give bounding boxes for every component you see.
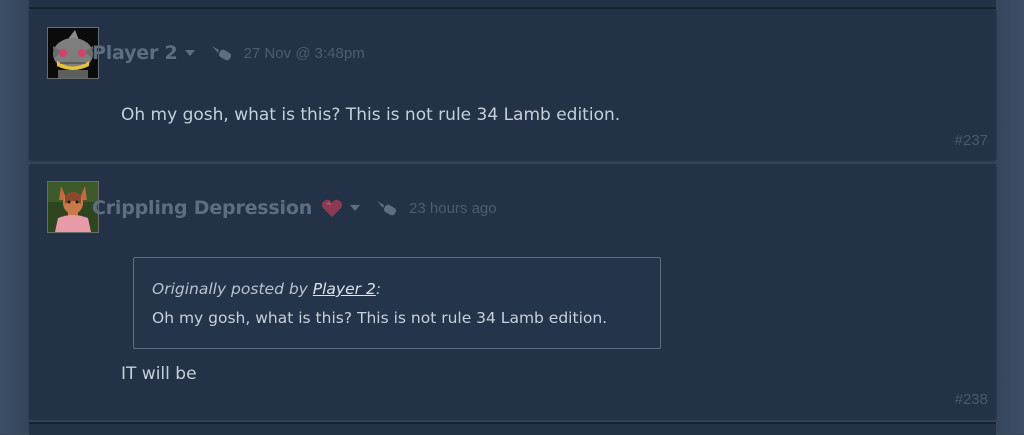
comment-text: Oh my gosh, what is this? This is not ru… (121, 105, 621, 125)
heart-icon (321, 198, 343, 218)
post-number[interactable]: #237 (955, 132, 988, 149)
quote-block: Originally posted by Player 2: Oh my gos… (133, 257, 661, 349)
author-name[interactable]: Crippling Depression (92, 197, 312, 219)
author-name[interactable]: Player 2 (92, 42, 178, 64)
comment-text: IT will be (121, 364, 197, 384)
fox-character-avatar-icon (48, 182, 98, 232)
paper-plane-icon (210, 44, 236, 62)
timestamp[interactable]: 27 Nov @ 3:48pm (244, 45, 365, 62)
next-comment-card (29, 422, 996, 435)
quote-text: Oh my gosh, what is this? This is not ru… (152, 309, 608, 327)
quote-suffix: : (375, 280, 382, 298)
chevron-down-icon[interactable] (184, 49, 196, 57)
paper-plane-icon (375, 199, 401, 217)
timestamp[interactable]: 23 hours ago (409, 200, 497, 217)
previous-comment-card (29, 0, 996, 9)
quote-prefix: Originally posted by (152, 280, 313, 298)
post-number[interactable]: #238 (955, 391, 988, 408)
comment-header: Crippling Depression 23 hours ago (92, 196, 497, 220)
quote-author-link[interactable]: Player 2 (313, 280, 376, 298)
comment-card: #237 (29, 9, 996, 160)
gray-creature-avatar-icon (48, 28, 98, 78)
comment-header: Player 2 27 Nov @ 3:48pm (92, 41, 365, 65)
chevron-down-icon[interactable] (349, 204, 361, 212)
quote-header: Originally posted by Player 2: (152, 280, 381, 298)
